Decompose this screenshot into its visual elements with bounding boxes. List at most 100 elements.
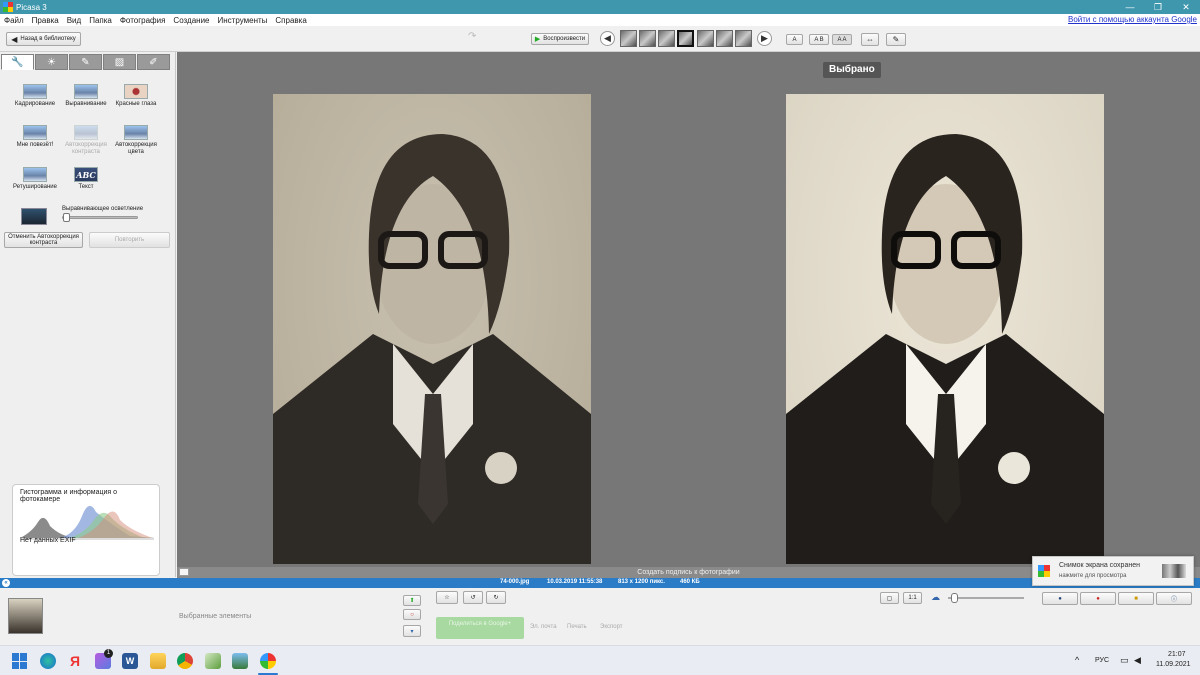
filmstrip-thumbnail[interactable]	[697, 30, 714, 47]
caption-placeholder: Создать подпись к фотографии	[637, 569, 740, 576]
edge-browser-icon[interactable]	[40, 653, 56, 669]
properties-button[interactable]: ⓘ	[1156, 592, 1192, 605]
layout-double-button[interactable]: A B	[809, 34, 829, 45]
layout-single-button[interactable]: A	[786, 34, 803, 45]
tab-effects[interactable]: ✎	[69, 54, 102, 70]
effects-icon: ▨	[114, 56, 125, 68]
image-editor-icon[interactable]	[205, 653, 221, 669]
rotate-left-button[interactable]: ↺	[463, 591, 483, 604]
play-slideshow-button[interactable]: ▶ Воспроизвести	[531, 33, 589, 45]
filmstrip-thumbnail[interactable]	[658, 30, 675, 47]
menu-edit[interactable]: Правка	[32, 16, 59, 25]
tray-thumbnail[interactable]	[8, 598, 43, 634]
restore-button[interactable]: ❐	[1144, 0, 1172, 14]
photo-tray: Выбранные элементы ⬆ ○ ▾ ☆ ↺ ↻ Поделитьс…	[0, 588, 1200, 645]
actual-size-button[interactable]: ▢	[880, 592, 899, 604]
viber-icon[interactable]: 1	[95, 649, 113, 669]
info-bar: « 74-000.jpg 10.03.2019 11:55:38 813 x 1…	[0, 578, 1200, 588]
tab-basic-fixes[interactable]: 🔧	[1, 54, 34, 70]
caption-icon	[179, 568, 189, 576]
email-button[interactable]: Эл. почта	[530, 624, 557, 630]
text-tool[interactable]: ABC Текст	[60, 167, 112, 191]
filmstrip-thumbnail[interactable]	[639, 30, 656, 47]
clock-date[interactable]: 11.09.2021	[1156, 661, 1191, 668]
zoom-slider[interactable]	[948, 593, 1024, 603]
hold-button[interactable]: ⬆	[403, 595, 421, 606]
star-button[interactable]: ☆	[436, 591, 458, 604]
network-icon[interactable]: ▭	[1120, 655, 1129, 666]
back-to-library-button[interactable]: ◀ Назад в библиотеку	[6, 32, 81, 46]
auto-contrast-tool[interactable]: Автокоррекция контраста	[60, 125, 112, 156]
retouch-tool[interactable]: Ретуширование	[9, 167, 61, 191]
zoom-slider-handle[interactable]	[951, 593, 958, 603]
undo-auto-contrast-button[interactable]: Отменить Автокоррекция контраста	[4, 232, 83, 248]
album-button[interactable]: ▾	[403, 625, 421, 637]
notification-badge: 1	[104, 649, 113, 658]
photo-after[interactable]	[786, 94, 1104, 564]
crop-tool[interactable]: Кадрирование	[9, 84, 61, 108]
photos-app-icon[interactable]	[232, 653, 248, 669]
menu-file[interactable]: Файл	[4, 16, 24, 25]
im-feeling-lucky-tool[interactable]: Мне повезёт!	[9, 125, 61, 149]
chevron-up-icon[interactable]: ^	[1075, 655, 1079, 665]
start-button[interactable]	[12, 653, 28, 669]
chrome-icon[interactable]	[177, 653, 193, 669]
right-arrow-icon: ▶	[761, 33, 768, 43]
filmstrip-thumbnail[interactable]	[716, 30, 733, 47]
menu-create[interactable]: Создание	[173, 16, 209, 25]
clear-circle-icon: ○	[410, 611, 414, 618]
pin-icon: ⬆	[409, 598, 415, 604]
fill-light-slider-handle[interactable]	[63, 213, 70, 222]
minimize-button[interactable]: —	[1116, 0, 1144, 14]
menu-folder[interactable]: Папка	[89, 16, 112, 25]
tab-paint[interactable]: ✐	[137, 54, 170, 70]
straighten-tool[interactable]: Выравнивание	[60, 84, 112, 108]
zoom-icon: ☁	[931, 592, 940, 602]
picasa-taskbar-icon[interactable]	[260, 653, 276, 669]
straighten-icon	[74, 84, 98, 99]
close-button[interactable]: ✕	[1172, 0, 1200, 14]
google-signin-link[interactable]: Войти с помощью аккаунта Google	[1068, 15, 1197, 24]
language-indicator[interactable]: РУС	[1095, 657, 1109, 664]
windows-logo-icon	[12, 653, 19, 661]
menu-tools[interactable]: Инструменты	[218, 16, 268, 25]
auto-color-tool[interactable]: Автокоррекция цвета	[110, 125, 162, 156]
photo-before[interactable]	[273, 94, 591, 564]
previous-photo-button[interactable]: ◀	[600, 31, 615, 46]
people-button[interactable]: ●	[1042, 592, 1078, 605]
filmstrip-thumbnail-selected[interactable]	[677, 30, 694, 47]
export-button[interactable]: Экспорт	[600, 624, 623, 630]
filmstrip-thumbnail[interactable]	[735, 30, 752, 47]
brush-icon: ✎	[81, 56, 90, 68]
menu-help[interactable]: Справка	[275, 16, 306, 25]
screenshot-notification[interactable]: Снимок экрана сохранен нажмите для просм…	[1032, 556, 1194, 586]
fullscreen-button[interactable]: ⇔	[861, 33, 879, 46]
collapse-toggle-icon[interactable]: «	[2, 579, 10, 587]
edit-tool-button[interactable]: ✎	[886, 33, 906, 46]
volume-icon[interactable]: ◀	[1134, 655, 1141, 666]
yandex-browser-icon[interactable]: Я	[67, 653, 83, 669]
tab-more-effects[interactable]: ▨	[103, 54, 136, 70]
photo-viewer: Выбрано	[177, 52, 1200, 567]
clock-time[interactable]: 21:07	[1168, 651, 1186, 658]
menu-picture[interactable]: Фотография	[120, 16, 166, 25]
info-icon: ⓘ	[1170, 597, 1177, 603]
rotate-right-button[interactable]: ↻	[486, 591, 506, 604]
layout-compare-button[interactable]: A A	[832, 34, 852, 45]
rotate-left-icon: ↺	[470, 595, 476, 601]
file-explorer-icon[interactable]	[150, 653, 166, 669]
places-button[interactable]: ●	[1080, 592, 1116, 605]
one-to-one-button[interactable]: 1:1	[903, 592, 922, 604]
tags-button[interactable]: ■	[1118, 592, 1154, 605]
share-google-plus-button[interactable]: Поделиться в Google+	[436, 617, 524, 639]
word-icon[interactable]: W	[122, 653, 138, 669]
redeye-tool[interactable]: Красные глаза	[110, 84, 162, 108]
next-photo-button[interactable]: ▶	[757, 31, 772, 46]
menu-view[interactable]: Вид	[67, 16, 81, 25]
tab-tuning[interactable]: ☀	[35, 54, 68, 70]
clear-selection-button[interactable]: ○	[403, 609, 421, 620]
redo-button[interactable]: Повторить	[89, 232, 170, 248]
fill-light-slider[interactable]	[62, 213, 138, 222]
filmstrip-thumbnail[interactable]	[620, 30, 637, 47]
print-button[interactable]: Печать	[567, 624, 587, 630]
